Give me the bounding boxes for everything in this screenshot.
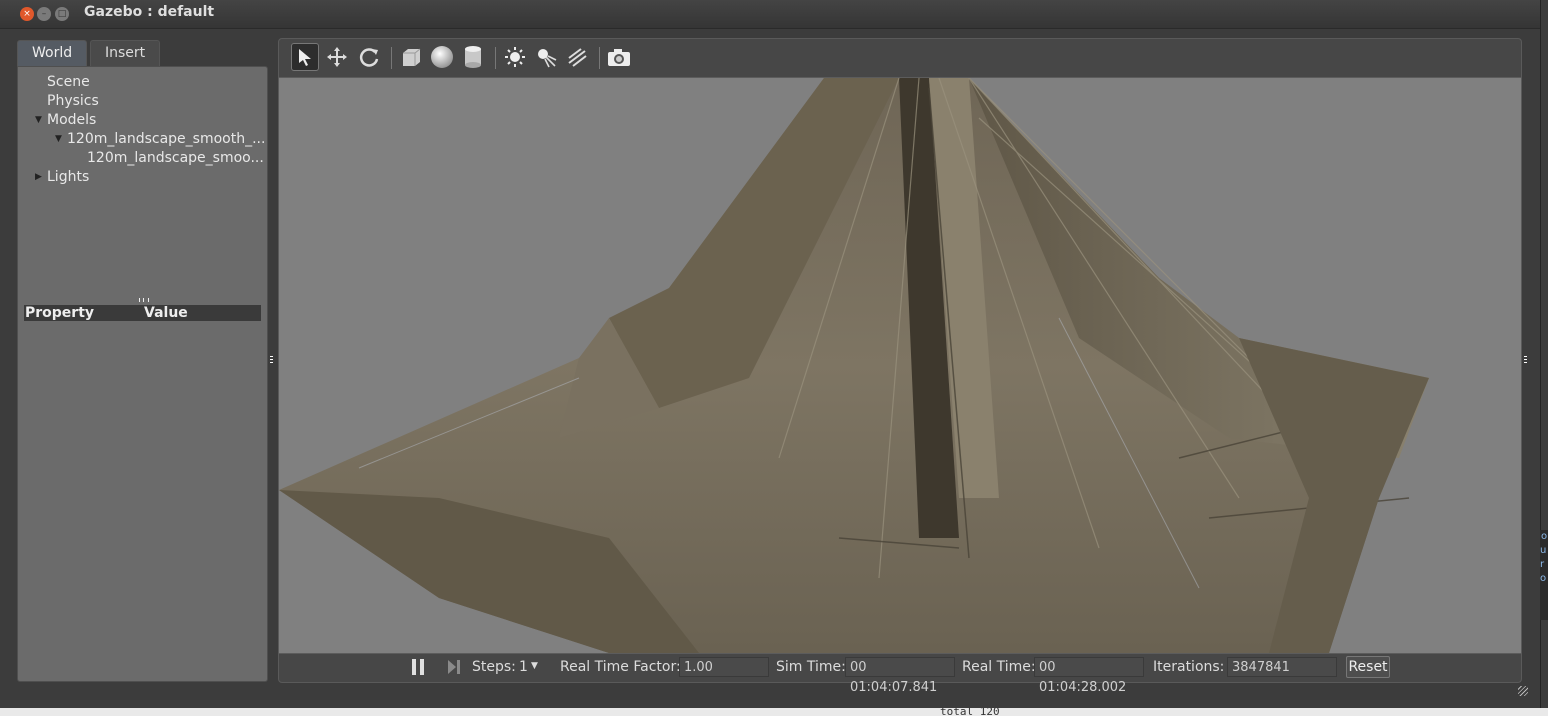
world-tree-panel: Scene Physics ▼ Models ▼ 120m_landscape_smoot…	[17, 66, 268, 682]
reset-button[interactable]: Reset	[1346, 656, 1390, 678]
minimize-window-button[interactable]: –	[37, 7, 51, 21]
pause-icon	[412, 659, 424, 675]
gazebo-window: × – □ Gazebo : default World Insert Scen…	[0, 0, 1541, 708]
tab-insert[interactable]: Insert	[90, 40, 161, 67]
collapse-arrow-icon[interactable]: ▶	[35, 168, 42, 187]
background-terminal-bottom: total 120	[0, 708, 1548, 716]
real-time-label: Real Time:	[962, 659, 1036, 675]
translate-mode-button[interactable]	[323, 43, 351, 71]
real-time-field: 00 01:04:28.002	[1034, 657, 1144, 695]
toolbar-separator	[599, 47, 600, 69]
property-column-header[interactable]: Property	[25, 305, 94, 321]
insert-cylinder-button[interactable]	[459, 43, 487, 71]
window-title: Gazebo : default	[84, 4, 215, 20]
world-tree-item[interactable]: Scene	[18, 73, 267, 92]
iterations-field: 3847841	[1227, 657, 1337, 677]
right-splitter-handle[interactable]	[1524, 356, 1527, 364]
translate-icon	[327, 47, 347, 67]
render-toolbar	[279, 39, 1521, 77]
rotate-icon	[359, 48, 379, 67]
step-forward-icon	[448, 660, 460, 674]
select-arrow-icon	[299, 49, 311, 66]
world-tree-item-label: Models	[47, 112, 97, 128]
tab-world[interactable]: World	[17, 40, 88, 67]
world-tree-item[interactable]: ▼ 120m_landscape_smooth_...	[18, 130, 267, 149]
world-tree-item-label: 120m_landscape_smooth_...	[67, 131, 266, 147]
step-button[interactable]	[443, 653, 465, 681]
title-bar: × – □ Gazebo : default	[0, 0, 1540, 29]
steps-spinbox[interactable]: 1	[519, 659, 528, 675]
iterations-label: Iterations:	[1153, 659, 1225, 675]
world-tree: Scene Physics ▼ Models ▼ 120m_landscape_smoot…	[18, 73, 267, 187]
splitter-grip[interactable]	[139, 298, 149, 302]
point-light-icon	[505, 47, 525, 67]
render-panel: Steps: 1 ▼ Real Time Factor: 1.00 Sim Ti…	[278, 38, 1522, 695]
insert-box-button[interactable]	[397, 43, 425, 71]
close-window-button[interactable]: ×	[20, 7, 34, 21]
expand-arrow-icon[interactable]: ▼	[35, 111, 42, 130]
steps-label: Steps:	[472, 659, 516, 675]
sphere-shape-icon	[431, 46, 453, 68]
insert-sphere-button[interactable]	[428, 43, 456, 71]
insert-spot-light-button[interactable]	[532, 43, 560, 71]
world-tree-item[interactable]: ▼ Models	[18, 111, 267, 130]
world-tree-item[interactable]: 120m_landscape_smoo...	[18, 149, 267, 168]
world-tree-item-label: Lights	[47, 169, 90, 185]
screenshot-button[interactable]	[605, 43, 633, 71]
real-time-factor-field: 1.00	[679, 657, 769, 677]
insert-directional-light-button[interactable]	[563, 43, 591, 71]
cylinder-shape-icon	[465, 46, 481, 68]
rotate-mode-button[interactable]	[355, 43, 383, 71]
window-resize-grip[interactable]	[1518, 686, 1528, 696]
world-tree-item[interactable]: Physics	[18, 92, 267, 111]
box-shape-icon	[403, 48, 421, 66]
terrain-mesh	[279, 78, 1429, 653]
sim-time-field: 00 01:04:07.841	[845, 657, 955, 695]
pause-button[interactable]	[407, 653, 429, 681]
simulation-status-bar: Steps: 1 ▼ Real Time Factor: 1.00 Sim Ti…	[279, 653, 1521, 695]
spot-light-icon	[538, 49, 557, 68]
property-table-header: Property Value	[24, 305, 261, 321]
maximize-window-button[interactable]: □	[55, 7, 69, 21]
screenshot-camera-icon	[608, 49, 630, 66]
value-column-header[interactable]: Value	[144, 305, 188, 321]
world-tree-item-label: 120m_landscape_smoo...	[87, 150, 264, 166]
left-splitter-handle[interactable]	[270, 356, 273, 364]
world-tree-item-label: Scene	[47, 74, 90, 90]
toolbar-separator	[391, 47, 392, 69]
toolbar-separator	[495, 47, 496, 69]
select-mode-button[interactable]	[291, 43, 319, 71]
real-time-factor-label: Real Time Factor:	[560, 659, 681, 675]
left-panel-tabs: World Insert	[17, 38, 268, 67]
insert-point-light-button[interactable]	[501, 43, 529, 71]
world-tree-item[interactable]: ▶ Lights	[18, 168, 267, 187]
chevron-down-icon[interactable]: ▼	[531, 661, 538, 671]
sim-time-label: Sim Time:	[776, 659, 846, 675]
expand-arrow-icon[interactable]: ▼	[55, 130, 62, 149]
3d-viewport[interactable]	[279, 77, 1521, 654]
left-panel: World Insert Scene Physics ▼ Models ▼ 120m_la…	[17, 38, 268, 682]
directional-light-icon	[568, 48, 587, 67]
background-terminal-side: o u r o	[1540, 530, 1548, 620]
world-tree-item-label: Physics	[47, 93, 99, 109]
